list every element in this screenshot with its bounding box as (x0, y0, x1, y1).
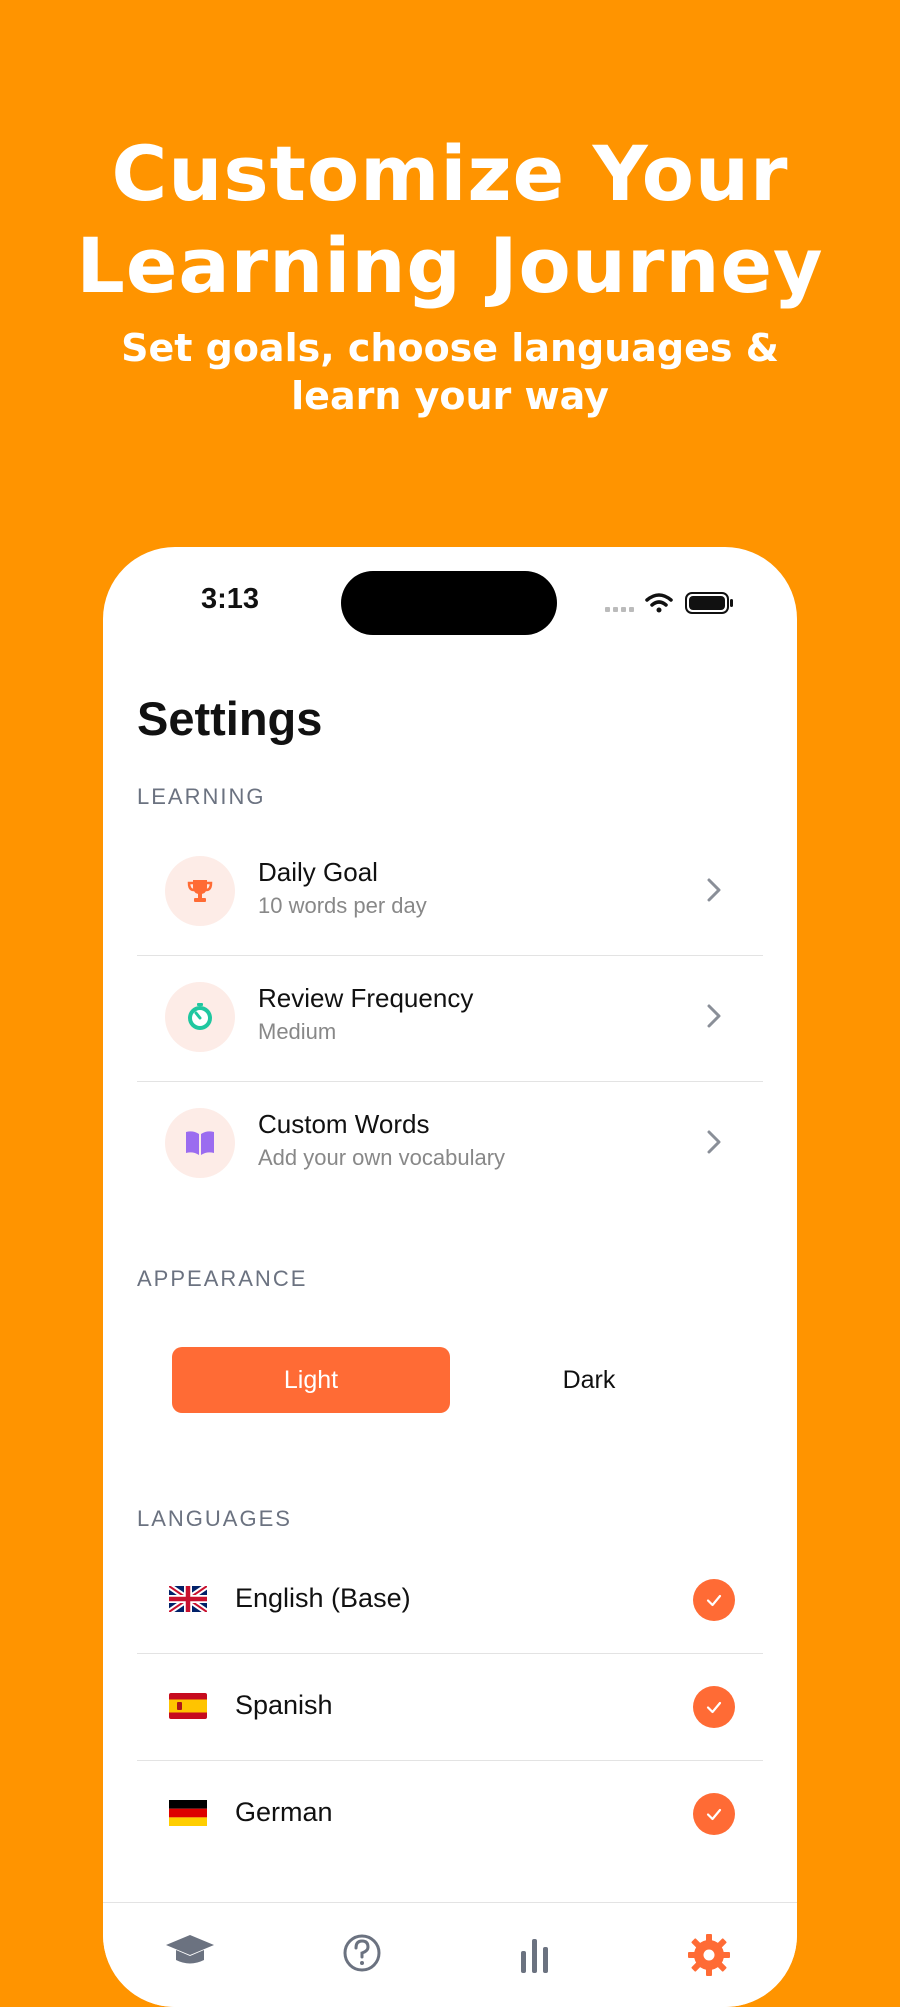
appearance-dark-button[interactable]: Dark (450, 1347, 728, 1413)
trophy-icon (165, 856, 235, 926)
appearance-light-button[interactable]: Light (172, 1347, 450, 1413)
signal-icon (605, 607, 634, 612)
germany-flag-icon (169, 1800, 207, 1826)
row-title: Custom Words (258, 1109, 430, 1139)
language-row-english[interactable]: English (Base) (137, 1547, 763, 1654)
battery-icon (685, 592, 733, 614)
dynamic-island (341, 571, 557, 635)
promo-subtitle: Set goals, choose languages & learn your… (121, 326, 779, 418)
timer-icon (165, 982, 235, 1052)
promo-title-line2: Learning Journey (76, 221, 824, 310)
language-name: German (235, 1797, 333, 1827)
settings-row-review-frequency[interactable]: Review Frequency Medium (137, 955, 763, 1082)
page-title: Settings (137, 692, 323, 745)
phone-frame: 3:13 Settings LEARNING Daily Goal 10 wor… (103, 547, 797, 2007)
language-row-german[interactable]: German (137, 1761, 763, 1867)
promo-title-line1: Customize Your (111, 129, 789, 218)
settings-tab-icon[interactable] (679, 1925, 739, 1985)
status-icons (599, 589, 739, 619)
row-title: Daily Goal (258, 857, 378, 887)
chevron-right-icon (707, 1130, 721, 1154)
promo-title: Customize Your Learning Journey (0, 128, 900, 312)
checkmark-icon[interactable] (693, 1686, 735, 1728)
status-time: 3:13 (201, 583, 260, 615)
checkmark-icon[interactable] (693, 1793, 735, 1835)
wifi-icon (645, 593, 673, 613)
row-subtitle: Add your own vocabulary (258, 1145, 506, 1170)
row-title: Review Frequency (258, 983, 474, 1013)
section-header-learning: LEARNING (137, 784, 266, 809)
language-name: English (Base) (235, 1583, 411, 1613)
language-name: Spanish (235, 1690, 333, 1720)
spain-flag-icon (169, 1693, 207, 1719)
stats-tab-icon[interactable] (505, 1925, 565, 1985)
quiz-tab-icon[interactable] (332, 1925, 392, 1985)
chevron-right-icon (707, 1004, 721, 1028)
book-icon (165, 1108, 235, 1178)
settings-row-daily-goal[interactable]: Daily Goal 10 words per day (137, 829, 763, 956)
section-header-languages: LANGUAGES (137, 1506, 292, 1531)
row-subtitle: Medium (258, 1019, 337, 1044)
language-row-spanish[interactable]: Spanish (137, 1654, 763, 1761)
learn-tab-icon[interactable] (160, 1925, 220, 1985)
settings-row-custom-words[interactable]: Custom Words Add your own vocabulary (137, 1081, 763, 1207)
chevron-right-icon (707, 878, 721, 902)
section-header-appearance: APPEARANCE (137, 1266, 308, 1291)
row-subtitle: 10 words per day (258, 893, 427, 918)
uk-flag-icon (169, 1586, 207, 1612)
checkmark-icon[interactable] (693, 1579, 735, 1621)
